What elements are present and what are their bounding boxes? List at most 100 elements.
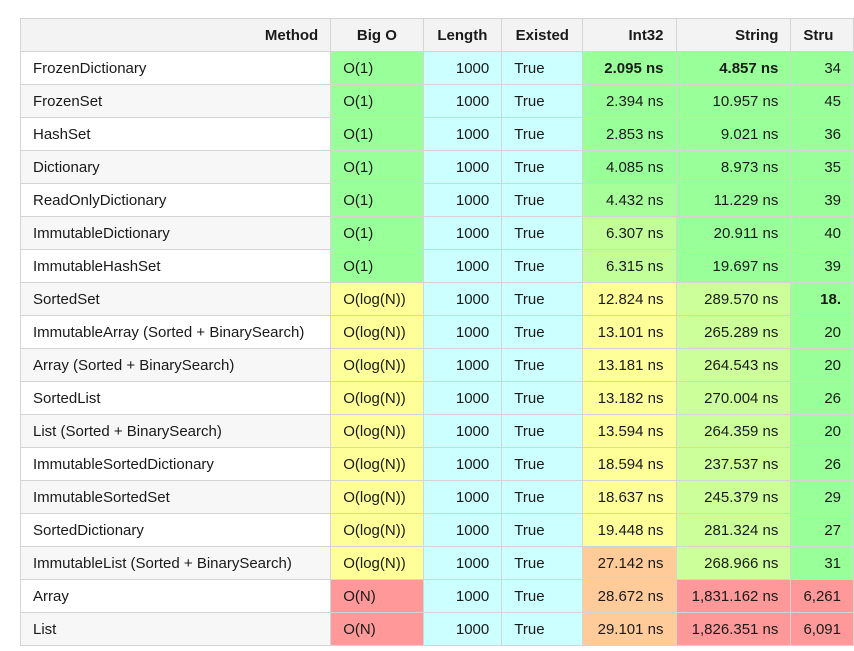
cell-length: 1000 bbox=[422, 348, 503, 382]
cell-method: Array bbox=[19, 579, 332, 613]
cell-length: 1000 bbox=[422, 612, 503, 646]
cell-method: FrozenDictionary bbox=[19, 51, 332, 85]
table-row[interactable]: FrozenSet O(1) 1000 True 2.394 ns 10.957 ns 45 bbox=[19, 84, 854, 118]
table-row[interactable]: ImmutableHashSet O(1) 1000 True 6.315 ns 19.6… bbox=[19, 249, 854, 283]
cell-method: ImmutableSortedSet bbox=[19, 480, 332, 514]
cell-method: ImmutableList (Sorted + BinarySearch) bbox=[19, 546, 332, 580]
cell-existed: True bbox=[501, 282, 584, 316]
cell-method: HashSet bbox=[19, 117, 332, 151]
table-row[interactable]: SortedDictionary O(log(N)) 1000 True 19.448 … bbox=[19, 513, 854, 547]
table-row[interactable]: ImmutableList (Sorted + BinarySearch) O(l… bbox=[19, 546, 854, 580]
cell-existed: True bbox=[501, 84, 584, 118]
column-header-int32[interactable]: Int32 bbox=[582, 18, 677, 52]
cell-string: 264.543 ns bbox=[675, 348, 792, 382]
cell-int32: 19.448 ns bbox=[582, 513, 677, 547]
column-header-method[interactable]: Method bbox=[19, 18, 332, 52]
table-row[interactable]: ImmutableArray (Sorted + BinarySearch) O(… bbox=[19, 315, 854, 349]
cell-string: 281.324 ns bbox=[675, 513, 792, 547]
column-header-struct[interactable]: Stru bbox=[790, 18, 854, 52]
cell-existed: True bbox=[501, 579, 584, 613]
cell-int32: 28.672 ns bbox=[582, 579, 677, 613]
cell-struct: 20 bbox=[790, 315, 854, 349]
cell-big-o: O(1) bbox=[330, 51, 424, 85]
cell-method: ReadOnlyDictionary bbox=[19, 183, 332, 217]
table-row[interactable]: SortedList O(log(N)) 1000 True 13.182 ns 270.… bbox=[19, 381, 854, 415]
table-body: FrozenDictionary O(1) 1000 True 2.095 ns 4.85… bbox=[19, 51, 854, 646]
cell-int32: 18.637 ns bbox=[582, 480, 677, 514]
cell-int32: 13.182 ns bbox=[582, 381, 677, 415]
cell-int32: 2.095 ns bbox=[582, 51, 677, 85]
cell-struct: 20 bbox=[790, 414, 854, 448]
cell-string: 268.966 ns bbox=[675, 546, 792, 580]
cell-method: List bbox=[19, 612, 332, 646]
cell-int32: 13.101 ns bbox=[582, 315, 677, 349]
cell-struct: 26 bbox=[790, 381, 854, 415]
cell-length: 1000 bbox=[422, 84, 503, 118]
cell-method: ImmutableSortedDictionary bbox=[19, 447, 332, 481]
table-row[interactable]: ReadOnlyDictionary O(1) 1000 True 4.432 ns 11… bbox=[19, 183, 854, 217]
cell-string: 20.911 ns bbox=[675, 216, 792, 250]
table-row[interactable]: ImmutableSortedSet O(log(N)) 1000 True 18.63… bbox=[19, 480, 854, 514]
cell-int32: 13.181 ns bbox=[582, 348, 677, 382]
cell-existed: True bbox=[501, 546, 584, 580]
cell-big-o: O(N) bbox=[330, 579, 424, 613]
cell-int32: 13.594 ns bbox=[582, 414, 677, 448]
cell-int32: 6.307 ns bbox=[582, 216, 677, 250]
table-row[interactable]: Array (Sorted + BinarySearch) O(log(N)) 10… bbox=[19, 348, 854, 382]
column-header-existed[interactable]: Existed bbox=[501, 18, 584, 52]
cell-int32: 18.594 ns bbox=[582, 447, 677, 481]
cell-struct: 6,091 bbox=[790, 612, 854, 646]
cell-existed: True bbox=[501, 216, 584, 250]
cell-string: 1,831.162 ns bbox=[675, 579, 792, 613]
table-row[interactable]: Dictionary O(1) 1000 True 4.085 ns 8.973 ns 35 bbox=[19, 150, 854, 184]
cell-existed: True bbox=[501, 249, 584, 283]
table-row[interactable]: SortedSet O(log(N)) 1000 True 12.824 ns 289.5… bbox=[19, 282, 854, 316]
cell-struct: 39 bbox=[790, 249, 854, 283]
cell-big-o: O(log(N)) bbox=[330, 447, 424, 481]
cell-existed: True bbox=[501, 414, 584, 448]
cell-length: 1000 bbox=[422, 150, 503, 184]
table-row[interactable]: FrozenDictionary O(1) 1000 True 2.095 ns 4.85… bbox=[19, 51, 854, 85]
cell-big-o: O(log(N)) bbox=[330, 348, 424, 382]
cell-existed: True bbox=[501, 381, 584, 415]
cell-struct: 31 bbox=[790, 546, 854, 580]
cell-big-o: O(1) bbox=[330, 216, 424, 250]
cell-struct: 20 bbox=[790, 348, 854, 382]
cell-int32: 6.315 ns bbox=[582, 249, 677, 283]
cell-string: 265.289 ns bbox=[675, 315, 792, 349]
cell-struct: 36 bbox=[790, 117, 854, 151]
table-row[interactable]: List (Sorted + BinarySearch) O(log(N)) 100… bbox=[19, 414, 854, 448]
cell-length: 1000 bbox=[422, 249, 503, 283]
table-row[interactable]: List O(N) 1000 True 29.101 ns 1,826.351 ns 6,0… bbox=[19, 612, 854, 646]
column-header-big-o[interactable]: Big O bbox=[330, 18, 424, 52]
cell-length: 1000 bbox=[422, 216, 503, 250]
benchmark-table-container: Method Big O Length Existed Int32 String… bbox=[19, 18, 854, 646]
table-row[interactable]: ImmutableDictionary O(1) 1000 True 6.307 ns 2… bbox=[19, 216, 854, 250]
cell-method: Array (Sorted + BinarySearch) bbox=[19, 348, 332, 382]
cell-method: FrozenSet bbox=[19, 84, 332, 118]
cell-struct: 35 bbox=[790, 150, 854, 184]
column-header-string[interactable]: String bbox=[675, 18, 792, 52]
cell-big-o: O(log(N)) bbox=[330, 315, 424, 349]
cell-method: ImmutableDictionary bbox=[19, 216, 332, 250]
cell-method: Dictionary bbox=[19, 150, 332, 184]
table-row[interactable]: ImmutableSortedDictionary O(log(N)) 1000 Tr… bbox=[19, 447, 854, 481]
table-row[interactable]: Array O(N) 1000 True 28.672 ns 1,831.162 ns 6,… bbox=[19, 579, 854, 613]
cell-existed: True bbox=[501, 447, 584, 481]
column-header-length[interactable]: Length bbox=[422, 18, 503, 52]
cell-string: 245.379 ns bbox=[675, 480, 792, 514]
cell-big-o: O(log(N)) bbox=[330, 480, 424, 514]
table-row[interactable]: HashSet O(1) 1000 True 2.853 ns 9.021 ns 36 bbox=[19, 117, 854, 151]
cell-method: SortedList bbox=[19, 381, 332, 415]
cell-struct: 29 bbox=[790, 480, 854, 514]
cell-string: 1,826.351 ns bbox=[675, 612, 792, 646]
header-row: Method Big O Length Existed Int32 String… bbox=[19, 18, 854, 52]
cell-big-o: O(log(N)) bbox=[330, 381, 424, 415]
cell-struct: 6,261 bbox=[790, 579, 854, 613]
cell-string: 8.973 ns bbox=[675, 150, 792, 184]
cell-int32: 4.085 ns bbox=[582, 150, 677, 184]
cell-existed: True bbox=[501, 348, 584, 382]
cell-string: 264.359 ns bbox=[675, 414, 792, 448]
cell-int32: 29.101 ns bbox=[582, 612, 677, 646]
cell-existed: True bbox=[501, 513, 584, 547]
